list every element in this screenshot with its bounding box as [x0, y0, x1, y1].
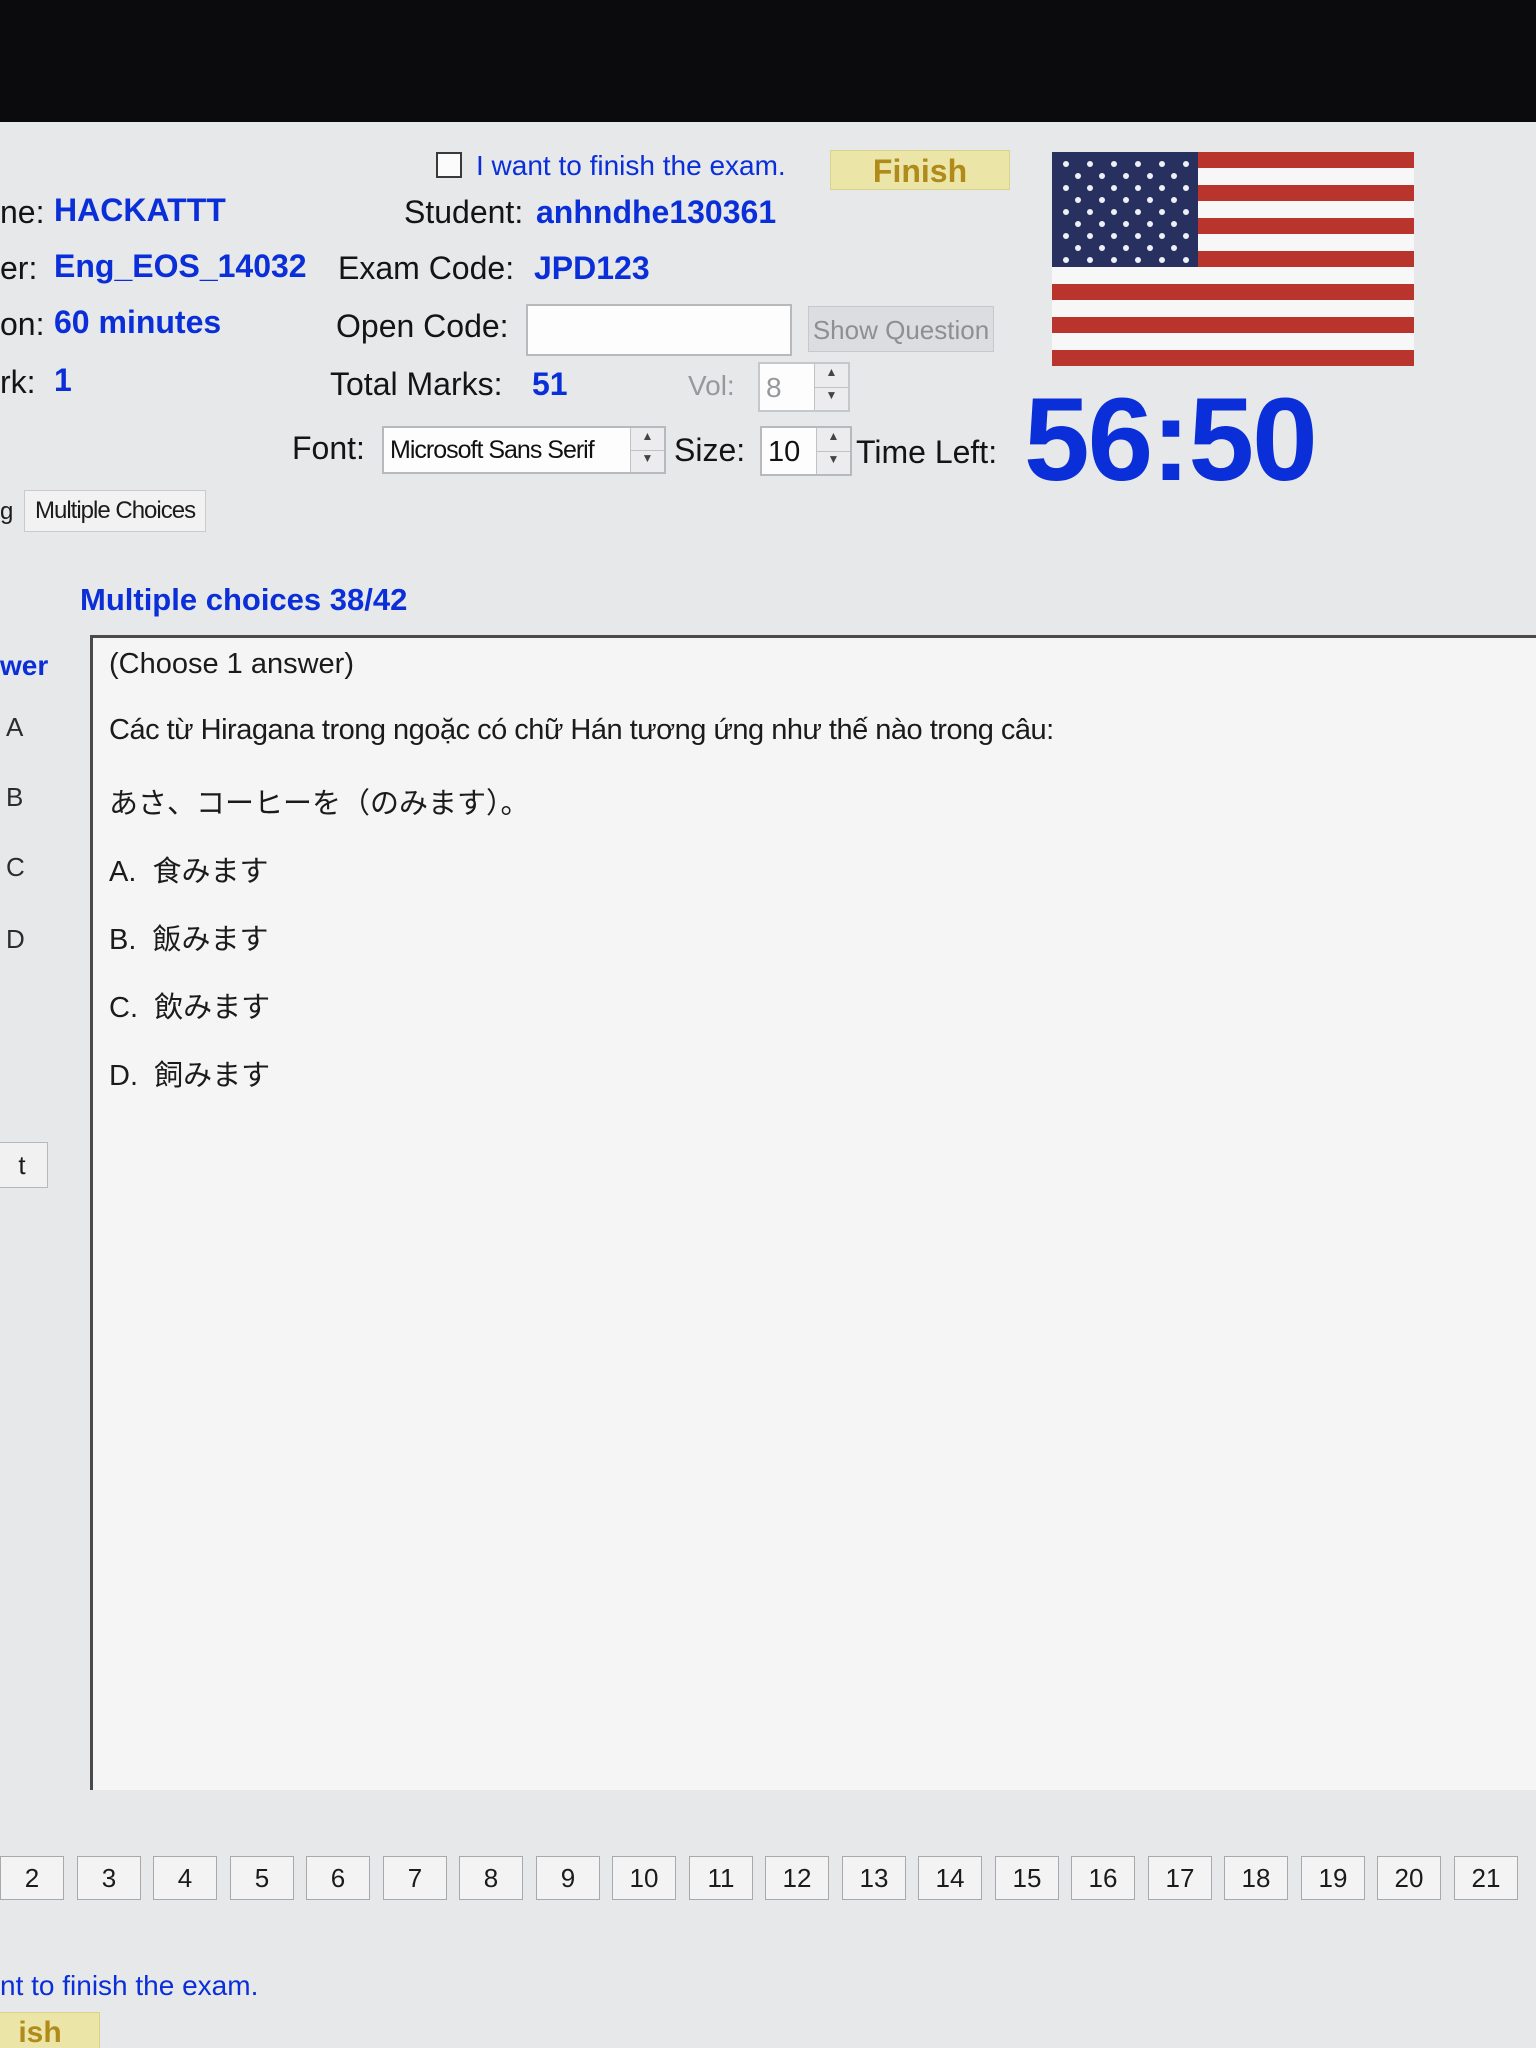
size-spinner[interactable]: ▲ ▼ — [816, 428, 850, 474]
paper-value: Eng_EOS_14032 — [54, 248, 307, 284]
question-number-button[interactable]: 8 — [459, 1856, 523, 1900]
question-number-button[interactable]: 10 — [612, 1856, 676, 1900]
question-number-button[interactable]: 6 — [306, 1856, 370, 1900]
question-number-button[interactable]: 4 — [153, 1856, 217, 1900]
question-instruction: (Choose 1 answer) — [109, 648, 354, 680]
vol-input[interactable]: 8 ▲ ▼ — [758, 362, 850, 412]
us-flag-icon — [1052, 152, 1414, 366]
name-label: ne: — [0, 194, 45, 230]
open-code-input[interactable] — [526, 304, 792, 356]
question-number-button[interactable]: 18 — [1224, 1856, 1288, 1900]
question-number-button[interactable]: 21 — [1454, 1856, 1518, 1900]
section-title: Multiple choices 38/42 — [80, 582, 408, 617]
open-code-label: Open Code: — [336, 308, 509, 344]
finish-exam-checkbox[interactable] — [436, 152, 462, 178]
time-left-value: 56:50 — [1024, 374, 1318, 506]
font-select[interactable]: Microsoft Sans Serif ▲ ▼ — [382, 426, 666, 474]
question-panel: (Choose 1 answer) Các từ Hiragana trong … — [90, 635, 1536, 1790]
name-value: HACKATTT — [54, 192, 226, 228]
question-number-button[interactable]: 14 — [918, 1856, 982, 1900]
size-input[interactable]: 10 ▲ ▼ — [760, 426, 852, 476]
spinner-down-icon[interactable]: ▼ — [817, 451, 850, 474]
question-number-button[interactable]: 15 — [995, 1856, 1059, 1900]
answer-option-c[interactable]: C — [6, 852, 25, 883]
question-number-button[interactable]: 7 — [383, 1856, 447, 1900]
spinner-up-icon[interactable]: ▲ — [631, 428, 664, 451]
footer-finish-text[interactable]: nt to finish the exam. — [0, 1970, 258, 2002]
question-sentence: あさ、コーヒーを（のみます）。 — [109, 788, 530, 820]
choice-b: B. 飯みます — [109, 924, 269, 956]
answer-option-d[interactable]: D — [6, 924, 25, 955]
student-label: Student: — [404, 194, 524, 230]
question-number-button[interactable]: 19 — [1301, 1856, 1365, 1900]
total-marks-label: Total Marks: — [330, 366, 503, 402]
paper-label: er: — [0, 250, 38, 286]
show-question-button[interactable]: Show Question — [808, 306, 994, 352]
choice-d: D. 飼みます — [109, 1060, 271, 1092]
question-number-button[interactable]: 17 — [1148, 1856, 1212, 1900]
total-marks-value: 51 — [532, 366, 568, 402]
spinner-down-icon[interactable]: ▼ — [815, 387, 848, 410]
student-value: anhndhe130361 — [536, 194, 777, 230]
choice-a: A. 食みます — [109, 856, 269, 888]
exam-code-label: Exam Code: — [338, 250, 515, 286]
duration-label: on: — [0, 306, 45, 342]
question-number-button[interactable]: 12 — [765, 1856, 829, 1900]
question-number-button[interactable]: 2 — [0, 1856, 64, 1900]
footer-finish-button[interactable]: ish — [0, 2012, 100, 2048]
question-number-button[interactable]: 13 — [842, 1856, 906, 1900]
size-value: 10 — [768, 436, 801, 468]
time-left-label: Time Left: — [856, 434, 998, 470]
exam-window: I want to finish the exam. Finish ne: HA… — [0, 122, 1536, 2048]
question-prompt: Các từ Hiragana trong ngoặc có chữ Hán t… — [109, 714, 1054, 746]
question-number-button[interactable]: 5 — [230, 1856, 294, 1900]
tab-left-fragment[interactable]: g — [0, 498, 13, 526]
finish-exam-checkbox-label[interactable]: I want to finish the exam. — [476, 150, 786, 182]
spinner-up-icon[interactable]: ▲ — [815, 364, 848, 388]
spinner-up-icon[interactable]: ▲ — [817, 428, 850, 452]
answer-option-a[interactable]: A — [6, 712, 23, 743]
question-number-button[interactable]: 20 — [1377, 1856, 1441, 1900]
mark-value: 1 — [54, 362, 72, 398]
duration-value: 60 minutes — [54, 304, 222, 340]
answer-header: wer — [0, 650, 49, 681]
font-spinner[interactable]: ▲ ▼ — [630, 428, 664, 472]
exam-code-value: JPD123 — [534, 250, 650, 286]
spinner-down-icon[interactable]: ▼ — [631, 450, 664, 472]
question-number-button[interactable]: 11 — [689, 1856, 753, 1900]
question-number-button[interactable]: 3 — [77, 1856, 141, 1900]
font-label: Font: — [292, 430, 365, 466]
vol-spinner[interactable]: ▲ ▼ — [814, 364, 848, 410]
side-button[interactable]: t — [0, 1142, 48, 1188]
mark-label: rk: — [0, 364, 36, 400]
choice-c: C. 飲みます — [109, 992, 271, 1024]
tab-multiple-choices[interactable]: Multiple Choices — [24, 490, 207, 532]
question-number-button[interactable]: 9 — [536, 1856, 600, 1900]
size-label: Size: — [674, 432, 746, 468]
vol-label: Vol: — [688, 370, 735, 401]
answer-option-b[interactable]: B — [6, 782, 23, 813]
question-number-button[interactable]: 16 — [1071, 1856, 1135, 1900]
vol-value: 8 — [766, 372, 782, 403]
finish-button[interactable]: Finish — [830, 150, 1010, 190]
font-value: Microsoft Sans Serif — [390, 436, 595, 464]
